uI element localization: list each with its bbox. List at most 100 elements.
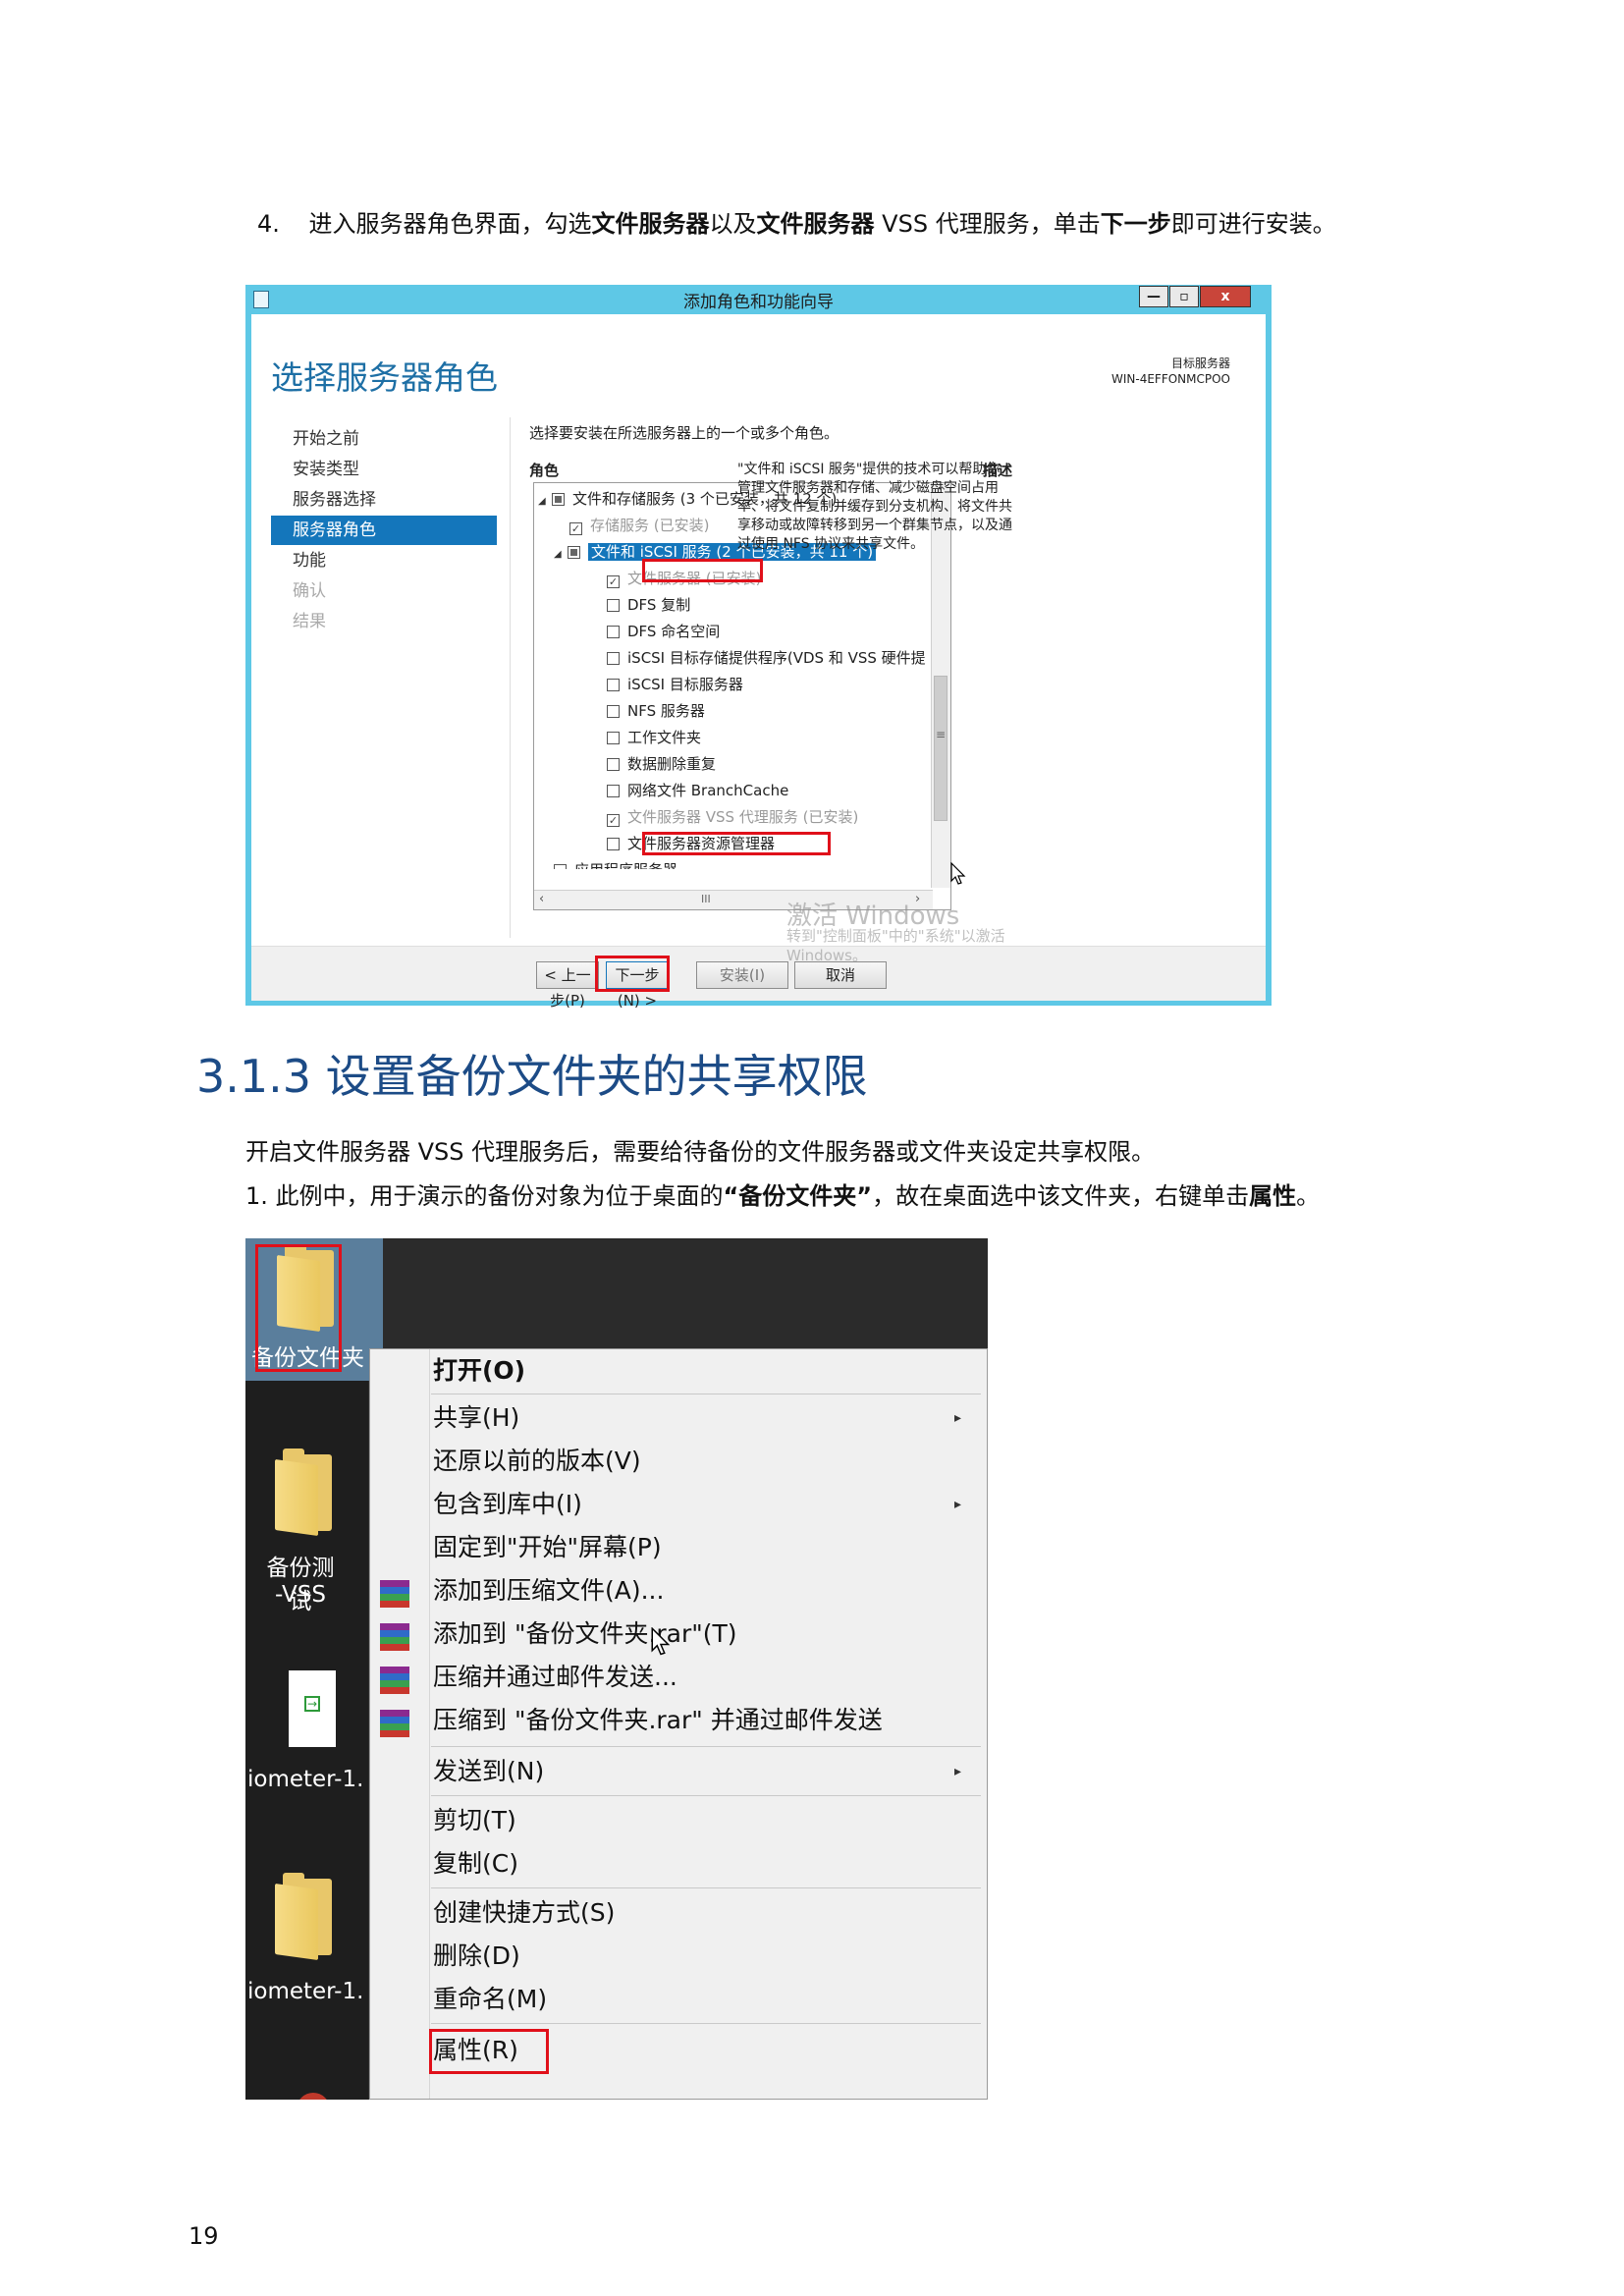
scroll-grip-icon: III bbox=[701, 893, 711, 905]
activation-watermark-line3: Windows。 bbox=[786, 947, 867, 964]
submenu-arrow-icon: ▸ bbox=[953, 1497, 961, 1512]
nav-server-roles[interactable]: 服务器角色 bbox=[271, 516, 497, 545]
menu-label: 创建快捷方式(S) bbox=[433, 1898, 616, 1927]
checkbox[interactable] bbox=[607, 705, 620, 718]
checkbox[interactable] bbox=[568, 546, 580, 559]
highlight-box bbox=[595, 956, 670, 992]
scroll-thumb[interactable]: ≡ bbox=[934, 676, 947, 821]
tree-row-clipped[interactable]: 应用程序服务器 bbox=[554, 857, 677, 869]
menu-item-cut[interactable]: 剪切(T) bbox=[433, 1799, 516, 1842]
menu-item-pin-to-start[interactable]: 固定到"开始"屏幕(P) bbox=[433, 1526, 662, 1569]
tree-label: 网络文件 BranchCache bbox=[627, 782, 789, 799]
tree-row[interactable]: 数据删除重复 bbox=[607, 751, 716, 778]
nav-results: 结果 bbox=[293, 612, 326, 631]
tree-row[interactable]: 网络文件 BranchCache bbox=[607, 778, 788, 804]
dialog-footer: < 上一步(P) 下一步(N) > 安装(I) 取消 bbox=[251, 946, 1266, 1010]
menu-item-add-to-rar[interactable]: 添加到 "备份文件夹.rar"(T) bbox=[433, 1613, 737, 1656]
winrar-icon bbox=[380, 1580, 409, 1608]
menu-separator bbox=[431, 2023, 981, 2024]
tree-row[interactable]: 工作文件夹 bbox=[607, 725, 701, 751]
tree-row[interactable]: DFS 命名空间 bbox=[607, 619, 720, 645]
menu-label: 压缩并通过邮件发送... bbox=[433, 1663, 677, 1691]
file-icon[interactable]: → bbox=[289, 1670, 336, 1747]
submenu-arrow-icon: ▸ bbox=[953, 1410, 961, 1426]
nav-before-you-begin[interactable]: 开始之前 bbox=[271, 424, 497, 454]
menu-label: 剪切(T) bbox=[433, 1806, 516, 1834]
close-button[interactable]: x bbox=[1200, 286, 1251, 307]
menu-item-copy[interactable]: 复制(C) bbox=[433, 1842, 518, 1886]
context-menu: 打开(O) 共享(H) ▸ 还原以前的版本(V) 包含到库中(I) ▸ 固定到"开始… bbox=[369, 1348, 988, 2100]
dialog-body: 选择服务器角色 目标服务器 WIN-4EFFONMCPOO 开始之前 安装类型 … bbox=[251, 314, 1266, 1010]
menu-label: 打开(O) bbox=[433, 1356, 526, 1385]
instruction-text: 选择要安装在所选服务器上的一个或多个角色。 bbox=[529, 424, 839, 442]
highlight-box bbox=[429, 2029, 549, 2074]
menu-item-open[interactable]: 打开(O) bbox=[433, 1349, 525, 1393]
tree-row[interactable]: DFS 复制 bbox=[607, 592, 690, 619]
nav-server-selection[interactable]: 服务器选择 bbox=[271, 485, 497, 515]
minimize-button[interactable]: — bbox=[1139, 286, 1168, 307]
cancel-button[interactable]: 取消 bbox=[794, 961, 887, 989]
step4-text-2: 以及 bbox=[709, 210, 757, 238]
checkbox[interactable] bbox=[552, 493, 565, 506]
tree-row[interactable]: iSCSI 目标服务器 bbox=[607, 672, 743, 698]
collapse-arrow-icon[interactable]: ◢ bbox=[538, 488, 552, 515]
menu-label: 共享(H) bbox=[433, 1403, 520, 1432]
maximize-button[interactable]: ▫ bbox=[1169, 286, 1199, 307]
menu-label: 固定到"开始"屏幕(P) bbox=[433, 1533, 662, 1561]
menu-item-rename[interactable]: 重命名(M) bbox=[433, 1978, 547, 2021]
checkbox[interactable] bbox=[607, 732, 620, 744]
tree-label: NFS 服务器 bbox=[627, 702, 705, 720]
mouse-cursor-icon bbox=[651, 1626, 671, 1661]
menu-item-add-to-archive[interactable]: 添加到压缩文件(A)... bbox=[433, 1569, 664, 1613]
step-4-paragraph: 4. 进入服务器角色界面，勾选文件服务器以及文件服务器 VSS 代理服务，单击下… bbox=[257, 207, 1336, 241]
step4-text-1: 进入服务器角色界面，勾选 bbox=[308, 210, 592, 238]
highlight-box bbox=[255, 1244, 342, 1372]
checkbox[interactable] bbox=[607, 838, 620, 850]
nav-features[interactable]: 功能 bbox=[271, 546, 497, 575]
menu-item-compress-and-email[interactable]: 压缩并通过邮件发送... bbox=[433, 1656, 677, 1699]
menu-item-delete[interactable]: 删除(D) bbox=[433, 1935, 520, 1978]
menu-label: 包含到库中(I) bbox=[433, 1490, 582, 1518]
checkbox[interactable] bbox=[554, 864, 567, 869]
desktop-icon-label[interactable]: iometer-1. bbox=[247, 1979, 365, 2004]
previous-button[interactable]: < 上一步(P) bbox=[536, 961, 599, 1010]
checkbox[interactable] bbox=[607, 679, 620, 691]
menu-item-include-in-library[interactable]: 包含到库中(I) ▸ bbox=[433, 1483, 983, 1526]
menu-item-share[interactable]: 共享(H) ▸ bbox=[433, 1396, 983, 1440]
tree-row[interactable]: NFS 服务器 bbox=[607, 698, 705, 725]
menu-item-send-to[interactable]: 发送到(N) ▸ bbox=[433, 1750, 983, 1793]
scroll-left-icon[interactable]: ‹ bbox=[539, 892, 544, 906]
checkbox[interactable] bbox=[607, 652, 620, 665]
desktop-context-menu-screenshot: 备份文件夹 备份测试 -VSS → iometer-1. iometer-1. … bbox=[245, 1238, 988, 2100]
checkbox[interactable] bbox=[607, 785, 620, 797]
tree-row: ✓ 存储服务 (已安装) bbox=[569, 513, 709, 539]
collapse-arrow-icon[interactable]: ◢ bbox=[554, 541, 568, 568]
menu-item-compress-rar-and-email[interactable]: 压缩到 "备份文件夹.rar" 并通过邮件发送 bbox=[433, 1699, 883, 1742]
menu-label: 发送到(N) bbox=[433, 1757, 545, 1785]
folder-icon[interactable] bbox=[275, 1873, 332, 1961]
menu-separator bbox=[431, 1746, 981, 1747]
menu-label: 压缩到 "备份文件夹.rar" 并通过邮件发送 bbox=[433, 1706, 883, 1734]
checkbox: ✓ bbox=[569, 522, 582, 535]
step1-bold-1: “备份文件夹” bbox=[723, 1182, 873, 1210]
tree-label: 工作文件夹 bbox=[627, 729, 702, 746]
checkbox[interactable] bbox=[607, 758, 620, 771]
section-heading: 3.1.3 设置备份文件夹的共享权限 bbox=[196, 1050, 868, 1103]
tree-label: 存储服务 (已安装) bbox=[590, 517, 710, 534]
target-server-name: WIN-4EFFONMCPOO bbox=[1110, 372, 1230, 386]
submenu-arrow-icon: ▸ bbox=[953, 1764, 961, 1779]
menu-label: 添加到压缩文件(A)... bbox=[433, 1576, 665, 1605]
folder-icon[interactable] bbox=[275, 1449, 332, 1537]
nav-installation-type[interactable]: 安装类型 bbox=[271, 455, 497, 484]
checkbox[interactable] bbox=[607, 626, 620, 638]
desktop-icon-label[interactable]: -VSS bbox=[261, 1582, 340, 1608]
scroll-grip-icon: ≡ bbox=[935, 728, 947, 741]
checkbox[interactable] bbox=[607, 599, 620, 612]
desktop-icon-label[interactable]: iometer-1. bbox=[247, 1767, 365, 1792]
step1-text-1: 1. 此例中，用于演示的备份对象为位于桌面的 bbox=[245, 1182, 724, 1210]
tree-row[interactable]: iSCSI 目标存储提供程序(VDS 和 VSS 硬件提 bbox=[607, 645, 926, 672]
tree-label: DFS 命名空间 bbox=[627, 623, 721, 640]
page-title: 选择服务器角色 bbox=[271, 358, 498, 397]
menu-item-create-shortcut[interactable]: 创建快捷方式(S) bbox=[433, 1891, 615, 1935]
menu-item-restore-versions[interactable]: 还原以前的版本(V) bbox=[433, 1440, 641, 1483]
